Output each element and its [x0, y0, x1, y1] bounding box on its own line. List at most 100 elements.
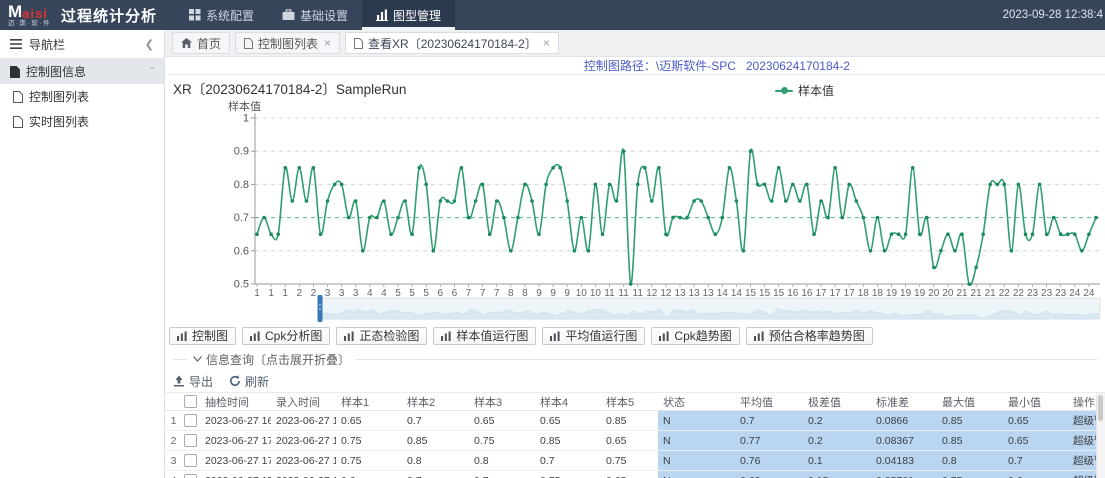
data-point[interactable]	[876, 216, 880, 220]
data-point[interactable]	[312, 166, 316, 170]
data-point[interactable]	[453, 199, 457, 203]
row-checkbox[interactable]	[184, 434, 197, 447]
data-point[interactable]	[305, 199, 309, 203]
data-point[interactable]	[657, 166, 661, 170]
data-point[interactable]	[678, 216, 682, 220]
data-point[interactable]	[530, 199, 534, 203]
data-point[interactable]	[1038, 183, 1042, 187]
data-point[interactable]	[904, 232, 908, 236]
data-point[interactable]	[643, 166, 647, 170]
sidebar-item-realtime-chart-list[interactable]: 实时图列表	[0, 109, 164, 134]
data-point[interactable]	[967, 282, 971, 286]
data-point[interactable]	[551, 166, 555, 170]
sidebar-group-control-chart-info[interactable]: 控制图信息 ˆ	[0, 59, 164, 84]
data-point[interactable]	[791, 183, 795, 187]
menu-item-system-config[interactable]: 系统配置	[175, 0, 268, 30]
data-point[interactable]	[833, 166, 837, 170]
data-point[interactable]	[347, 216, 351, 220]
row-checkbox[interactable]	[184, 454, 197, 467]
data-point[interactable]	[291, 199, 295, 203]
data-point[interactable]	[946, 232, 950, 236]
data-point[interactable]	[918, 232, 922, 236]
data-point[interactable]	[298, 166, 302, 170]
refresh-button[interactable]: 刷新	[229, 373, 269, 390]
data-point[interactable]	[1045, 232, 1049, 236]
data-point[interactable]	[714, 232, 718, 236]
data-point[interactable]	[925, 216, 929, 220]
data-point[interactable]	[262, 216, 266, 220]
data-point[interactable]	[474, 199, 478, 203]
data-point[interactable]	[361, 249, 365, 253]
tab-view-xr[interactable]: 查看XR〔20230624170184-2〕 ×	[345, 32, 559, 54]
data-point[interactable]	[276, 232, 280, 236]
data-point[interactable]	[410, 232, 414, 236]
data-point[interactable]	[544, 183, 548, 187]
data-point[interactable]	[953, 249, 957, 253]
data-point[interactable]	[1031, 232, 1035, 236]
data-point[interactable]	[424, 183, 428, 187]
data-point[interactable]	[749, 149, 753, 153]
data-point[interactable]	[932, 266, 936, 270]
export-button[interactable]: 导出	[173, 373, 213, 390]
data-point[interactable]	[777, 166, 781, 170]
data-point[interactable]	[770, 199, 774, 203]
data-point[interactable]	[826, 216, 830, 220]
chart-button-Cpk趋势图[interactable]: Cpk趋势图	[651, 327, 739, 345]
data-point[interactable]	[650, 199, 654, 203]
data-point[interactable]	[1024, 232, 1028, 236]
close-tab-icon[interactable]: ×	[324, 37, 331, 49]
data-point[interactable]	[1094, 216, 1098, 220]
data-point[interactable]	[706, 216, 710, 220]
chart-button-预估合格率趋势图[interactable]: 预估合格率趋势图	[746, 327, 873, 345]
data-point[interactable]	[502, 216, 506, 220]
legend-sample-value[interactable]: 样本值	[775, 82, 834, 99]
hamburger-icon[interactable]	[10, 39, 22, 49]
data-point[interactable]	[988, 183, 992, 187]
chart-button-Cpk分析图[interactable]: Cpk分析图	[242, 327, 330, 345]
data-point[interactable]	[594, 183, 598, 187]
data-point[interactable]	[368, 216, 372, 220]
data-point[interactable]	[333, 183, 337, 187]
data-point[interactable]	[735, 199, 739, 203]
data-point[interactable]	[460, 166, 464, 170]
data-point[interactable]	[354, 199, 358, 203]
data-point[interactable]	[587, 249, 591, 253]
data-point[interactable]	[721, 216, 725, 220]
data-point[interactable]	[446, 199, 450, 203]
data-point[interactable]	[742, 249, 746, 253]
data-point[interactable]	[1087, 232, 1091, 236]
data-point[interactable]	[1017, 183, 1021, 187]
data-point[interactable]	[883, 249, 887, 253]
data-point[interactable]	[481, 183, 485, 187]
table-scrollbar[interactable]	[1096, 393, 1105, 478]
data-point[interactable]	[255, 232, 259, 236]
tab-home[interactable]: 首页	[172, 32, 230, 54]
data-point[interactable]	[1080, 249, 1084, 253]
data-point[interactable]	[340, 183, 344, 187]
data-point[interactable]	[537, 232, 541, 236]
data-point[interactable]	[805, 183, 809, 187]
data-point[interactable]	[608, 183, 612, 187]
data-point[interactable]	[283, 166, 287, 170]
data-point[interactable]	[439, 199, 443, 203]
data-point[interactable]	[699, 199, 703, 203]
data-point[interactable]	[636, 183, 640, 187]
data-point[interactable]	[319, 232, 323, 236]
data-point[interactable]	[756, 183, 760, 187]
data-point[interactable]	[798, 199, 802, 203]
data-point[interactable]	[558, 166, 562, 170]
data-point[interactable]	[685, 216, 689, 220]
data-point[interactable]	[326, 199, 330, 203]
datazoom-handle[interactable]	[318, 295, 323, 322]
data-point[interactable]	[869, 249, 873, 253]
data-point[interactable]	[495, 199, 499, 203]
data-point[interactable]	[960, 232, 964, 236]
data-point[interactable]	[1052, 216, 1056, 220]
sidebar-item-control-chart-list[interactable]: 控制图列表	[0, 84, 164, 109]
data-point[interactable]	[763, 183, 767, 187]
data-point[interactable]	[375, 216, 379, 220]
sidebar-collapse-icon[interactable]: ❮	[145, 38, 154, 51]
data-point[interactable]	[897, 232, 901, 236]
select-all-checkbox[interactable]	[184, 395, 197, 408]
data-point[interactable]	[417, 166, 421, 170]
